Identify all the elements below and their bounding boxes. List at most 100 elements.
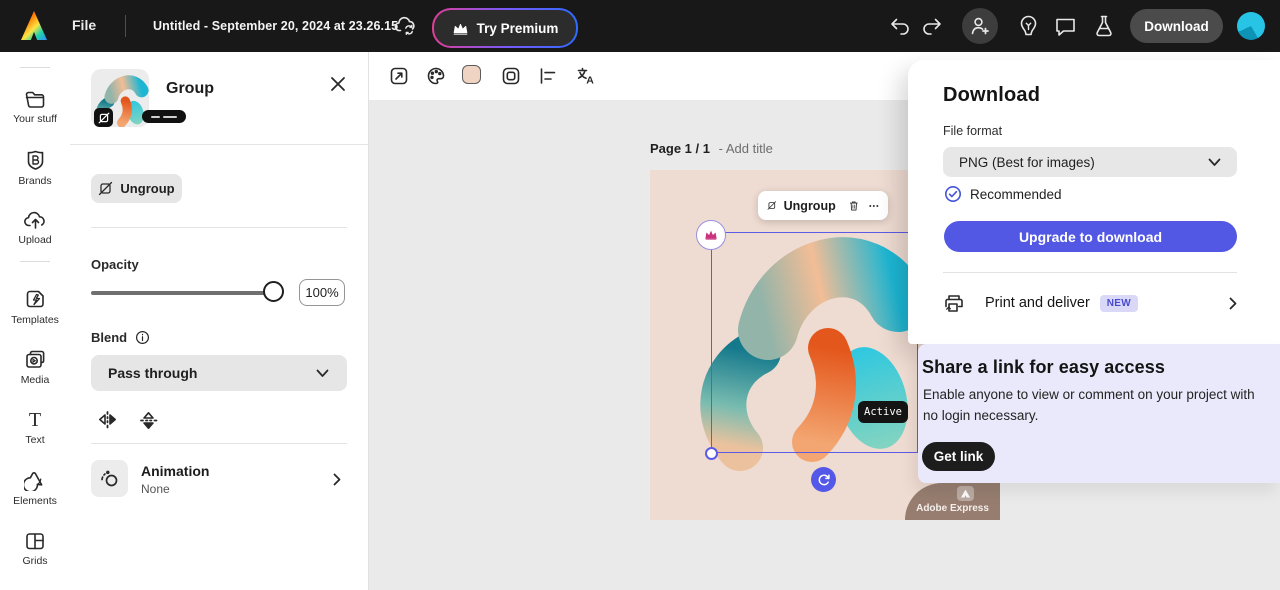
- panel-title: Group: [166, 80, 214, 97]
- palette-icon[interactable]: [426, 66, 446, 86]
- download-panel-title: Download: [943, 84, 1041, 106]
- topbar-divider: [125, 15, 126, 37]
- premium-crown-badge[interactable]: [696, 220, 726, 250]
- blend-select[interactable]: Pass through: [91, 355, 347, 391]
- flip-vertical-icon[interactable]: [139, 410, 158, 431]
- templates-icon: [26, 290, 44, 308]
- group-badge-icon: [94, 108, 113, 127]
- file-format-select[interactable]: PNG (Best for images): [943, 147, 1237, 177]
- opacity-label: Opacity: [91, 257, 139, 272]
- adobe-express-logo-tile: [957, 486, 974, 501]
- rail-divider: [20, 67, 50, 68]
- more-options-icon[interactable]: [869, 204, 879, 208]
- chevron-right-icon: [333, 473, 341, 486]
- sidebar-item-templates[interactable]: Templates: [0, 288, 70, 326]
- file-format-label: File format: [943, 124, 1003, 138]
- top-bar: File Untitled - September 20, 2024 at 23…: [0, 0, 1280, 52]
- sidebar-item-elements[interactable]: Elements: [0, 470, 70, 507]
- sidebar-item-grids[interactable]: Grids: [0, 531, 70, 567]
- opacity-value[interactable]: 100%: [299, 279, 345, 306]
- try-premium-button[interactable]: Try Premium: [432, 8, 578, 48]
- ungroup-button[interactable]: Ungroup: [91, 174, 182, 203]
- download-button[interactable]: Download: [1130, 9, 1223, 43]
- sidebar-item-your-stuff[interactable]: Your stuff: [0, 89, 70, 125]
- adobe-express-logo[interactable]: [21, 11, 47, 40]
- get-link-button[interactable]: Get link: [922, 442, 995, 471]
- upgrade-download-button[interactable]: Upgrade to download: [944, 221, 1237, 252]
- resize-icon[interactable]: [389, 66, 409, 86]
- cloud-upload-icon: [23, 211, 45, 229]
- trash-icon[interactable]: [849, 198, 859, 214]
- undo-icon[interactable]: [888, 16, 912, 36]
- blend-label: Blend: [91, 330, 128, 345]
- selection-handle-bottom-left[interactable]: [705, 447, 718, 460]
- rail-divider: [20, 261, 50, 262]
- rotate-handle[interactable]: [811, 467, 836, 492]
- download-panel: Download File format PNG (Best for image…: [908, 60, 1280, 344]
- lightbulb-icon[interactable]: [1018, 14, 1039, 38]
- sidebar-item-media[interactable]: Media: [0, 349, 70, 386]
- add-collaborator-button[interactable]: [962, 8, 998, 44]
- share-promo-title: Share a link for easy access: [922, 357, 1165, 377]
- sidebar-item-brands[interactable]: Brands: [0, 149, 70, 187]
- new-badge: NEW: [1099, 294, 1139, 312]
- translate-icon[interactable]: A: [576, 66, 596, 86]
- chevron-right-icon: [1229, 297, 1237, 309]
- info-icon[interactable]: [135, 330, 150, 345]
- chevron-down-icon: [316, 369, 329, 377]
- print-deliver-row[interactable]: Print and deliver NEW: [944, 291, 1237, 315]
- svg-text:A: A: [586, 75, 594, 87]
- ungroup-icon: [99, 181, 113, 196]
- panel-divider: [91, 227, 347, 228]
- elements-icon: [24, 472, 43, 491]
- chevron-down-icon: [1208, 158, 1221, 166]
- folder-icon: [25, 91, 45, 108]
- brand-shield-icon: [27, 150, 43, 170]
- animation-value: None: [141, 482, 170, 496]
- share-promo: Share a link for easy access Enable anyo…: [918, 344, 1280, 483]
- svg-text:T: T: [29, 409, 41, 430]
- context-ungroup-button[interactable]: Ungroup: [784, 199, 836, 213]
- background-color-swatch[interactable]: [462, 65, 481, 84]
- crown-icon: [705, 230, 717, 241]
- sidebar-item-text[interactable]: T Text: [0, 409, 70, 446]
- file-menu[interactable]: File: [72, 17, 96, 33]
- grids-icon: [26, 533, 44, 550]
- share-promo-body: Enable anyone to view or comment on your…: [923, 387, 1255, 423]
- context-toolbar: Ungroup: [758, 191, 888, 220]
- panel-divider: [70, 144, 368, 145]
- printer-icon: [945, 294, 963, 312]
- frame-icon[interactable]: [501, 66, 521, 86]
- panel-divider: [91, 443, 347, 444]
- check-circle-icon: [945, 186, 961, 202]
- text-icon: T: [29, 409, 41, 430]
- redo-icon[interactable]: [920, 16, 944, 36]
- opacity-slider-handle[interactable]: [263, 281, 284, 302]
- cloud-sync-icon[interactable]: [394, 15, 418, 37]
- media-icon: [25, 350, 44, 368]
- try-premium-label: Try Premium: [476, 20, 559, 36]
- animation-label: Animation: [141, 463, 210, 479]
- add-title-button[interactable]: - Add title: [719, 141, 773, 156]
- crown-icon: [453, 23, 467, 35]
- comment-icon[interactable]: [1054, 16, 1077, 37]
- panel-divider: [943, 272, 1237, 273]
- animation-row[interactable]: Animation None: [91, 460, 347, 500]
- left-rail: Your stuff Brands Upload Templates Media…: [0, 52, 71, 590]
- animation-icon: [91, 460, 128, 497]
- thumbnail-tag: [142, 110, 186, 123]
- recommended-status: Recommended: [944, 185, 1062, 203]
- ungroup-icon[interactable]: [767, 198, 777, 213]
- document-title[interactable]: Untitled - September 20, 2024 at 23.26.1…: [153, 19, 398, 33]
- page-indicator: Page 1 / 1 - Add title: [650, 141, 773, 156]
- watermark-label: Adobe Express: [916, 503, 989, 514]
- flip-horizontal-icon[interactable]: [97, 410, 118, 429]
- opacity-slider[interactable]: [91, 291, 281, 295]
- beaker-icon[interactable]: [1094, 14, 1114, 38]
- close-icon[interactable]: [328, 74, 348, 94]
- active-collaborator-badge: Active: [858, 401, 908, 423]
- add-collaborator-icon: [971, 17, 989, 35]
- align-icon[interactable]: [538, 66, 558, 86]
- user-avatar[interactable]: [1237, 12, 1265, 40]
- sidebar-item-upload[interactable]: Upload: [0, 210, 70, 246]
